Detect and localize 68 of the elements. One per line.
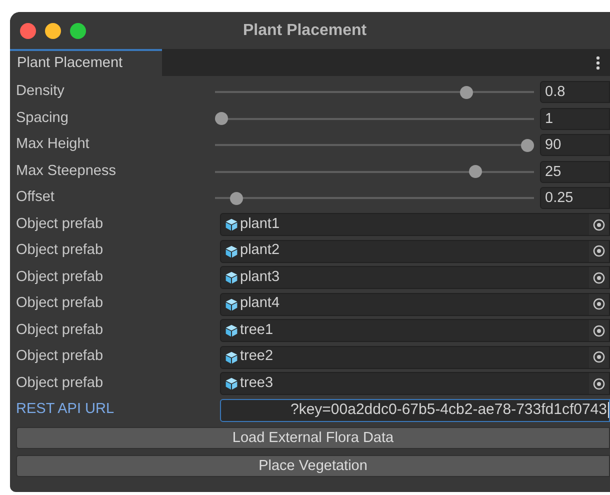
object-name: tree3 (240, 374, 274, 393)
object-name: tree2 (240, 347, 274, 366)
window-title: Plant Placement (243, 20, 367, 40)
url-field[interactable]: ?key=00a2ddc0-67b5-4cb2-ae78-733fd1cf0743 (220, 398, 610, 422)
more-options-icon[interactable] (596, 56, 600, 70)
target-icon (593, 298, 605, 310)
object-picker-button[interactable] (589, 240, 609, 262)
action-button[interactable]: Load External Flora Data (16, 426, 610, 448)
target-icon (593, 245, 605, 258)
object-picker-button[interactable] (589, 320, 609, 342)
object-field[interactable]: plant4 (220, 292, 610, 316)
object-field[interactable]: plant1 (220, 213, 610, 236)
slider-thumb[interactable] (521, 138, 534, 152)
number-field[interactable]: 0.25 (540, 187, 610, 210)
cube-icon (225, 350, 238, 364)
field-label: Max Height (15, 135, 90, 154)
field-label: Object prefab (15, 214, 104, 234)
target-icon (593, 218, 605, 231)
slider-thumb[interactable] (215, 112, 228, 126)
cube-icon (225, 218, 238, 232)
object-picker-button[interactable] (589, 267, 609, 288)
field-label: Max Steepness (15, 162, 117, 181)
number-field[interactable]: 25 (540, 160, 610, 183)
field-label: Object prefab (15, 294, 104, 314)
field-label: Object prefab (15, 320, 104, 340)
slider-thumb[interactable] (460, 86, 473, 99)
minimize-button[interactable] (45, 22, 61, 38)
object-name: plant2 (240, 241, 281, 260)
target-icon (593, 324, 605, 337)
slider-thumb[interactable] (230, 192, 244, 205)
number-field[interactable]: 1 (540, 108, 610, 130)
field-label: Object prefab (15, 374, 104, 393)
field-label: Object prefab (15, 241, 104, 260)
object-picker-button[interactable] (589, 294, 609, 315)
field-label: Offset (15, 188, 56, 208)
object-field[interactable]: tree2 (220, 346, 610, 369)
number-field[interactable]: 90 (540, 134, 610, 156)
cube-icon (225, 298, 238, 311)
object-field[interactable]: plant3 (220, 266, 610, 290)
text-caret (608, 402, 609, 418)
cube-icon (225, 377, 238, 390)
slider-thumb[interactable] (469, 165, 482, 178)
object-field[interactable]: tree1 (220, 319, 610, 342)
field-label: Object prefab (15, 347, 104, 366)
object-picker-button[interactable] (589, 346, 609, 368)
target-icon (593, 351, 605, 364)
object-picker-button[interactable] (589, 373, 609, 394)
cube-icon (225, 244, 238, 258)
target-icon (593, 378, 605, 390)
cube-icon (225, 324, 238, 338)
tab[interactable]: Plant Placement (10, 49, 162, 76)
object-field[interactable]: plant2 (220, 240, 610, 263)
action-button[interactable]: Place Vegetation (16, 454, 610, 476)
field-label: Object prefab (15, 268, 104, 287)
object-picker-button[interactable] (589, 214, 609, 236)
object-field[interactable]: tree3 (220, 372, 610, 396)
target-icon (593, 272, 605, 284)
number-field[interactable]: 0.8 (540, 81, 610, 104)
object-name: plant4 (240, 294, 281, 314)
field-label: Density (15, 82, 66, 102)
object-name: plant1 (240, 214, 281, 234)
close-button[interactable] (20, 22, 36, 38)
field-label: REST API URL (15, 400, 116, 420)
field-label: Spacing (15, 108, 70, 128)
cube-icon (225, 271, 238, 284)
zoom-button[interactable] (70, 22, 86, 38)
object-name: plant3 (240, 268, 281, 287)
object-name: tree1 (240, 320, 274, 340)
